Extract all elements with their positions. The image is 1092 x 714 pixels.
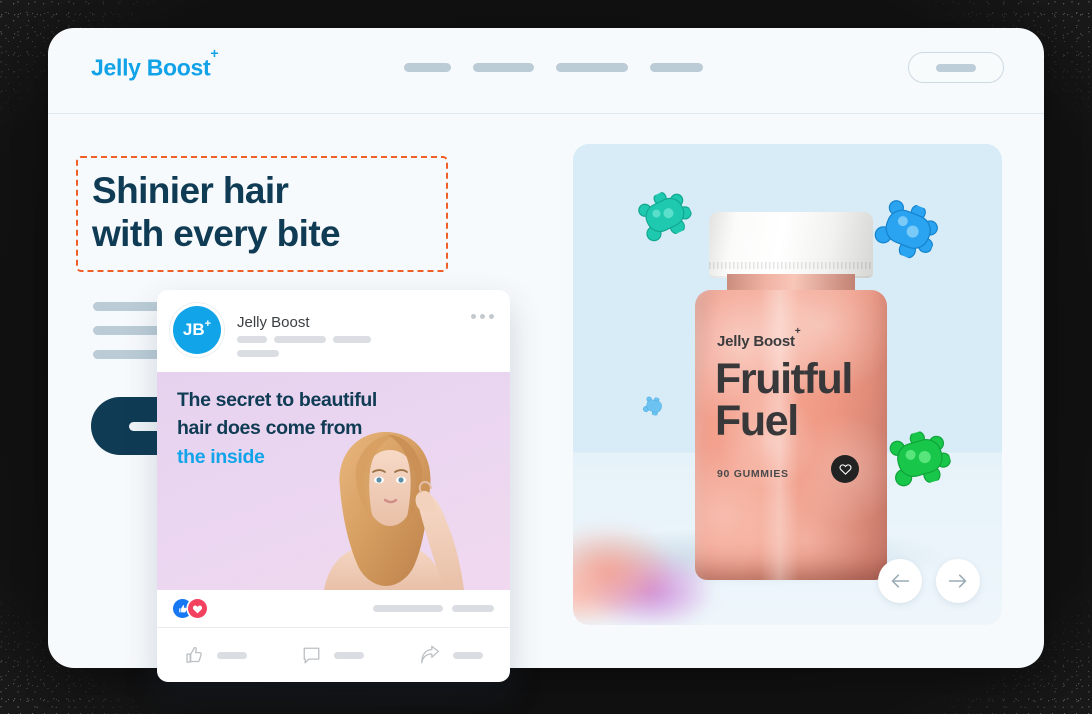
brand-logo[interactable]: Jelly Boost+	[91, 45, 219, 82]
avatar[interactable]: JB +	[173, 306, 221, 354]
model-photo	[294, 422, 510, 590]
avatar-plus: +	[204, 317, 212, 330]
share-action[interactable]	[419, 645, 483, 666]
like-label-placeholder	[217, 651, 248, 659]
heart-icon	[838, 464, 852, 475]
carousel-prev-button[interactable]	[878, 559, 922, 603]
nav-item-placeholder-2[interactable]	[473, 63, 534, 72]
bottle-brand-text: Jelly Boost	[717, 333, 795, 350]
page-title: Shinier hair with every bite	[92, 169, 432, 256]
thumbs-up-outline-icon	[186, 646, 203, 663]
arrow-left-icon	[891, 574, 910, 588]
nav-item-placeholder-3[interactable]	[556, 63, 628, 72]
nav-item-placeholder-1[interactable]	[404, 63, 451, 72]
bottle-cap	[709, 212, 873, 278]
post-action-bar	[157, 628, 510, 682]
brand-logo-text: Jelly Boost	[91, 54, 211, 81]
product-showcase-panel: Jelly Boost+ Fruitful Fuel 90 GUMMIES	[573, 144, 1002, 625]
post-reactions	[157, 590, 510, 628]
headline-selection-box[interactable]: Shinier hair with every bite	[76, 156, 448, 272]
comment-label-placeholder	[334, 651, 365, 659]
product-bottle[interactable]: Jelly Boost+ Fruitful Fuel 90 GUMMIES	[691, 212, 891, 580]
reaction-count-placeholder	[373, 605, 494, 612]
post-media[interactable]: The secret to beautiful hair does come f…	[157, 372, 510, 590]
more-options-icon[interactable]	[471, 314, 494, 319]
bottle-product-name: Fruitful Fuel	[715, 355, 853, 446]
arrow-right-icon	[948, 574, 967, 588]
share-label-placeholder	[452, 651, 483, 659]
bottle-brand-label: Jelly Boost+	[717, 326, 801, 350]
avatar-initials: JB	[182, 320, 205, 339]
heart-icon	[192, 605, 203, 613]
post-caption-line-1: The secret to beautiful	[177, 389, 377, 411]
post-meta-bar-2	[274, 336, 326, 343]
header-cta-button[interactable]	[908, 52, 1004, 83]
dot-1	[471, 314, 476, 319]
bottle-name-line-1: Fruitful	[715, 355, 853, 403]
headline-line-2: with every bite	[92, 213, 341, 255]
decorative-gradient-blob	[573, 527, 709, 623]
bottle-name-line-2: Fuel	[715, 397, 799, 446]
dot-2	[480, 314, 485, 319]
bottle-heart-badge	[831, 455, 859, 483]
bottle-gummy-count: 90 GUMMIES	[717, 468, 789, 480]
reaction-count-bar-1	[373, 605, 443, 612]
comment-bubble-icon	[304, 647, 320, 663]
site-header: Jelly Boost+	[48, 28, 1044, 114]
brand-logo-plus: +	[210, 44, 219, 61]
headline-line-1: Shinier hair	[92, 170, 289, 211]
header-cta-label-placeholder	[936, 63, 976, 72]
nav-item-placeholder-4[interactable]	[650, 63, 703, 72]
main-navigation	[404, 63, 703, 72]
thumbs-up-icon	[178, 604, 187, 612]
post-caption-highlight: the inside	[177, 445, 265, 468]
post-meta-placeholder	[237, 336, 371, 343]
product-carousel-controls	[878, 559, 980, 603]
post-meta-bar-1	[237, 336, 267, 343]
reaction-count-bar-2	[452, 605, 494, 612]
post-author-name[interactable]: Jelly Boost	[237, 314, 310, 331]
bottle-brand-plus: +	[794, 326, 801, 337]
reaction-love[interactable]	[188, 599, 207, 618]
share-arrow-icon	[420, 645, 439, 663]
post-meta-placeholder-2	[237, 350, 279, 357]
like-action[interactable]	[184, 645, 248, 666]
post-meta-bar-3	[333, 336, 371, 343]
comment-action[interactable]	[301, 645, 365, 666]
social-post-card: JB + Jelly Boost The secret to beautiful …	[157, 290, 510, 682]
carousel-next-button[interactable]	[936, 559, 980, 603]
dot-3	[489, 314, 494, 319]
post-header: JB + Jelly Boost	[157, 290, 510, 372]
post-meta-bar-4	[237, 350, 279, 357]
